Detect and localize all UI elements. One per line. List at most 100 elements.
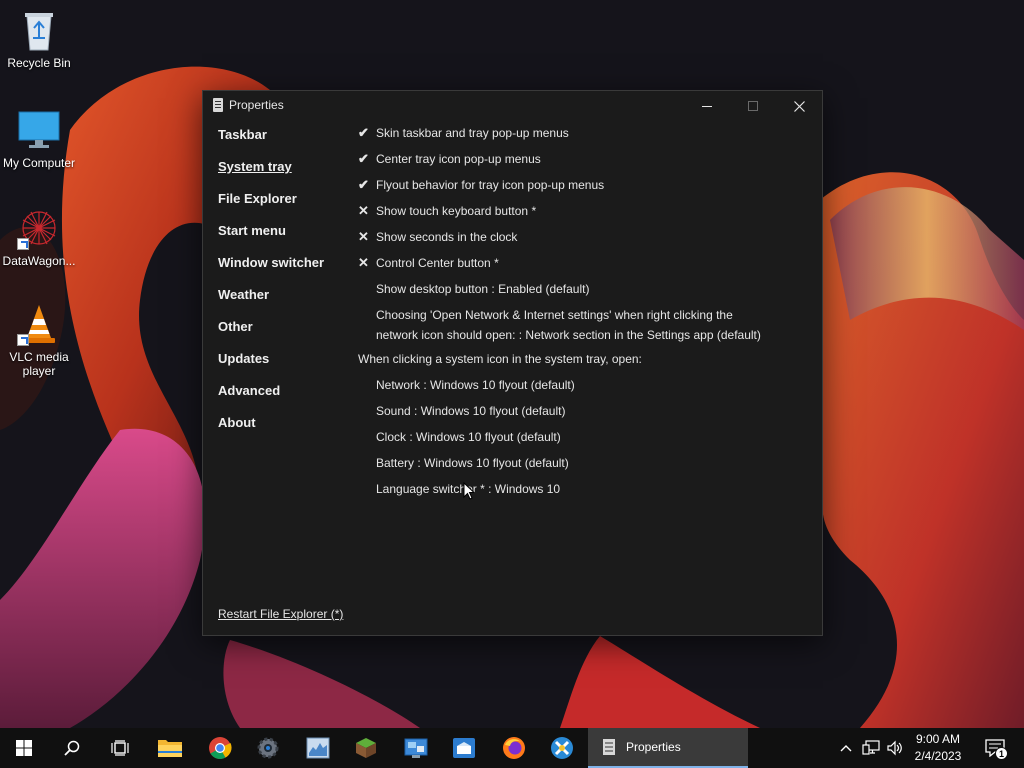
- taskbar-properties-window[interactable]: Properties: [588, 728, 748, 768]
- task-view-button[interactable]: [96, 728, 144, 768]
- maximize-icon: [748, 101, 758, 111]
- properties-window: Properties Taskbar System tray File Expl…: [202, 90, 823, 636]
- maximize-button[interactable]: [730, 91, 776, 121]
- desktop-icon-my-computer[interactable]: My Computer: [0, 108, 78, 170]
- option-label: Control Center button *: [376, 256, 499, 270]
- performance-chart-icon: [306, 737, 330, 759]
- network-icon: [862, 740, 880, 755]
- nav-item-updates[interactable]: Updates: [218, 351, 324, 383]
- recycle-bin-icon: [17, 8, 61, 52]
- option-battery-flyout[interactable]: Battery : Windows 10 flyout (default): [358, 455, 808, 481]
- option-network-settings-target[interactable]: Choosing 'Open Network & Internet settin…: [358, 305, 808, 351]
- title-bar[interactable]: Properties: [203, 91, 822, 121]
- notification-badge: 1: [995, 747, 1008, 760]
- option-label-line-2: network icon should open: : Network sect…: [376, 328, 761, 342]
- option-label: Show touch keyboard button *: [376, 204, 537, 218]
- shortcut-arrow-icon: [17, 238, 29, 250]
- desktop-icon-label: DataWagon...: [2, 254, 76, 268]
- option-label: Flyout behavior for tray icon pop-up men…: [376, 178, 605, 192]
- close-icon: [793, 100, 805, 112]
- taskbar-file-explorer[interactable]: [146, 728, 194, 768]
- option-show-seconds[interactable]: ✕ Show seconds in the clock: [358, 229, 808, 255]
- checkmark-icon: ✔: [358, 177, 369, 192]
- nav-item-file-explorer[interactable]: File Explorer: [218, 191, 324, 223]
- taskbar-chrome[interactable]: [196, 728, 244, 768]
- cross-icon: ✕: [358, 255, 369, 270]
- checkmark-icon: ✔: [358, 151, 369, 166]
- option-touch-keyboard[interactable]: ✕ Show touch keyboard button *: [358, 203, 808, 229]
- nav-item-system-tray[interactable]: System tray: [218, 159, 324, 191]
- close-button[interactable]: [776, 91, 822, 121]
- option-network-flyout[interactable]: Network : Windows 10 flyout (default): [358, 377, 808, 403]
- taskbar-window-label: Properties: [626, 740, 681, 754]
- desktop-icon-vlc[interactable]: VLC media player: [0, 302, 78, 378]
- desktop-icon-label: My Computer: [2, 156, 76, 170]
- search-button[interactable]: [48, 728, 96, 768]
- taskbar: Properties 9:00 AM 2/4/2023 1: [0, 728, 1024, 768]
- taskbar-resource-monitor[interactable]: [294, 728, 342, 768]
- clock-time: 9:00 AM: [915, 732, 961, 746]
- taskbar-settings[interactable]: [244, 728, 292, 768]
- firefox-icon: [503, 737, 525, 759]
- option-clock-flyout[interactable]: Clock : Windows 10 flyout (default): [358, 429, 808, 455]
- vlc-cone-icon: [17, 302, 61, 346]
- option-label: Skin taskbar and tray pop-up menus: [376, 126, 569, 140]
- option-label: Show seconds in the clock: [376, 230, 518, 244]
- section-heading-system-icon-click: When clicking a system icon in the syste…: [358, 352, 642, 366]
- clock-date: 2/4/2023: [914, 749, 962, 763]
- clock[interactable]: 9:00 AM 2/4/2023: [904, 731, 972, 765]
- taskbar-minecraft[interactable]: [342, 728, 390, 768]
- nav-item-other[interactable]: Other: [218, 319, 324, 351]
- option-control-center[interactable]: ✕ Control Center button *: [358, 255, 808, 281]
- control-panel-icon: [404, 738, 428, 758]
- option-language-switcher[interactable]: Language switcher * : Windows 10: [358, 481, 808, 507]
- taskbar-firefox[interactable]: [490, 728, 538, 768]
- speaker-icon: [887, 740, 902, 756]
- search-icon: [64, 740, 80, 756]
- desktop-icon-recycle-bin[interactable]: Recycle Bin: [0, 8, 78, 70]
- windows-logo-icon: [16, 740, 32, 756]
- nav-item-start-menu[interactable]: Start menu: [218, 223, 324, 255]
- option-show-desktop-button[interactable]: Show desktop button : Enabled (default): [358, 281, 808, 307]
- notification-center-button[interactable]: 1: [978, 728, 1012, 768]
- option-label-line-1: Choosing 'Open Network & Internet settin…: [376, 308, 733, 322]
- taskbar-app-box[interactable]: [440, 728, 488, 768]
- restart-file-explorer-link[interactable]: Restart File Explorer (*): [218, 607, 343, 621]
- gear-icon: [257, 737, 279, 759]
- properties-app-icon: [213, 98, 223, 112]
- grass-block-icon: [356, 738, 376, 758]
- task-view-icon: [111, 740, 129, 756]
- box-app-icon: [453, 738, 475, 758]
- option-label: Center tray icon pop-up menus: [376, 152, 541, 166]
- option-center-tray-menus[interactable]: ✔ Center tray icon pop-up menus: [358, 151, 808, 177]
- datawagon-icon: [17, 206, 61, 250]
- nav-item-window-switcher[interactable]: Window switcher: [218, 255, 324, 287]
- taskbar-xmind[interactable]: [538, 728, 586, 768]
- folder-icon: [158, 740, 182, 757]
- volume-tray-button[interactable]: [884, 728, 906, 768]
- nav-item-about[interactable]: About: [218, 415, 324, 447]
- monitor-icon: [17, 108, 61, 152]
- network-tray-button[interactable]: [860, 728, 882, 768]
- cross-icon: ✕: [358, 203, 369, 218]
- option-skin-taskbar-menus[interactable]: ✔ Skin taskbar and tray pop-up menus: [358, 125, 808, 151]
- nav-item-weather[interactable]: Weather: [218, 287, 324, 319]
- nav-item-advanced[interactable]: Advanced: [218, 383, 324, 415]
- chevron-up-icon: [840, 745, 852, 752]
- sidebar-nav: Taskbar System tray File Explorer Start …: [218, 127, 324, 447]
- option-sound-flyout[interactable]: Sound : Windows 10 flyout (default): [358, 403, 808, 429]
- desktop-icon-datawagon[interactable]: DataWagon...: [0, 206, 78, 268]
- taskbar-control-panel[interactable]: [392, 728, 440, 768]
- xmind-icon: [551, 737, 573, 759]
- minimize-button[interactable]: [684, 91, 730, 121]
- minimize-icon: [702, 105, 712, 107]
- show-hidden-icons-button[interactable]: [836, 728, 856, 768]
- chrome-icon: [209, 737, 232, 759]
- desktop-icon-label: VLC media player: [9, 350, 69, 378]
- start-button[interactable]: [0, 728, 48, 768]
- desktop-icon-label: Recycle Bin: [7, 56, 71, 70]
- window-title: Properties: [229, 98, 284, 112]
- option-flyout-behavior[interactable]: ✔ Flyout behavior for tray icon pop-up m…: [358, 177, 808, 203]
- nav-item-taskbar[interactable]: Taskbar: [218, 127, 324, 159]
- settings-content: ✔ Skin taskbar and tray pop-up menus ✔ C…: [358, 125, 808, 507]
